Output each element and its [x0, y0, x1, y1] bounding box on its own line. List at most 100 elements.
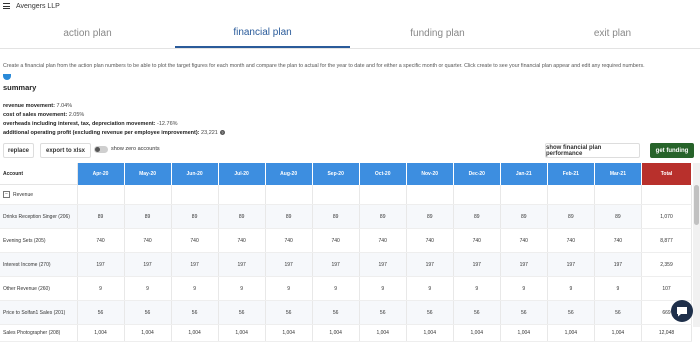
account-header: Account	[0, 163, 78, 185]
month-value-cell[interactable]: 740	[171, 228, 219, 253]
month-value-cell[interactable]: 89	[594, 204, 643, 229]
month-value-cell[interactable]: 740	[594, 228, 643, 253]
month-header: Jan-21	[500, 163, 548, 185]
month-value-cell[interactable]: 89	[312, 204, 360, 229]
month-value-cell[interactable]: 9	[312, 276, 360, 301]
month-value-cell[interactable]: 9	[453, 276, 501, 301]
account-name: Evening Sets (205)	[0, 228, 78, 253]
month-value-cell[interactable]: 1,004	[453, 324, 501, 342]
tab-action-plan[interactable]: action plan	[0, 18, 175, 48]
month-value-cell[interactable]: 56	[406, 300, 454, 325]
month-value-cell[interactable]: 740	[359, 228, 407, 253]
month-value-cell[interactable]: 9	[218, 276, 266, 301]
scrollbar-thumb[interactable]	[694, 185, 699, 225]
collapse-icon[interactable]: −	[3, 191, 10, 198]
info-icon[interactable]: ?	[219, 130, 225, 136]
month-value-cell[interactable]: 1,004	[547, 324, 595, 342]
group-label[interactable]: − Revenue	[0, 184, 78, 205]
month-value-cell[interactable]: 56	[124, 300, 172, 325]
month-value-cell[interactable]: 1,004	[500, 324, 548, 342]
month-value-cell[interactable]: 1,004	[594, 324, 643, 342]
month-value-cell[interactable]: 9	[265, 276, 313, 301]
month-value-cell[interactable]: 9	[171, 276, 219, 301]
month-value-cell[interactable]: 56	[359, 300, 407, 325]
month-value-cell[interactable]: 56	[77, 300, 125, 325]
month-value-cell[interactable]: 89	[500, 204, 548, 229]
vertical-scrollbar[interactable]	[693, 163, 700, 327]
month-value-cell[interactable]: 740	[218, 228, 266, 253]
export-xlsx-button[interactable]: export to xlsx	[40, 143, 91, 158]
month-value-cell[interactable]: 9	[500, 276, 548, 301]
month-header: Jun-20	[171, 163, 219, 185]
month-value-cell[interactable]: 56	[500, 300, 548, 325]
month-value-cell[interactable]: 197	[124, 252, 172, 277]
show-performance-button[interactable]: show financial plan performance	[545, 143, 640, 158]
month-value-cell[interactable]: 56	[312, 300, 360, 325]
summary-title: summary	[3, 83, 37, 92]
month-value-cell[interactable]: 197	[218, 252, 266, 277]
month-value-cell[interactable]: 89	[406, 204, 454, 229]
month-value-cell[interactable]: 1,004	[406, 324, 454, 342]
month-header: May-20	[124, 163, 172, 185]
tab-financial-plan[interactable]: financial plan	[175, 18, 350, 48]
month-value-cell[interactable]: 197	[547, 252, 595, 277]
month-value-cell[interactable]: 740	[453, 228, 501, 253]
month-value-cell[interactable]: 56	[171, 300, 219, 325]
month-value-cell[interactable]: 1,004	[218, 324, 266, 342]
month-value-cell[interactable]: 740	[77, 228, 125, 253]
month-value-cell[interactable]: 740	[547, 228, 595, 253]
group-row-revenue[interactable]: − Revenue	[0, 184, 692, 205]
month-value-cell[interactable]: 197	[171, 252, 219, 277]
month-value-cell[interactable]: 9	[547, 276, 595, 301]
month-value-cell[interactable]: 197	[406, 252, 454, 277]
month-value-cell[interactable]: 56	[594, 300, 643, 325]
month-value-cell[interactable]: 197	[265, 252, 313, 277]
month-value-cell[interactable]: 1,004	[265, 324, 313, 342]
month-value-cell[interactable]: 740	[312, 228, 360, 253]
table-header-row: Account Apr-20 May-20 Jun-20 Jul-20 Aug-…	[0, 163, 692, 185]
show-zero-accounts-toggle[interactable]	[94, 146, 108, 153]
month-value-cell[interactable]: 1,004	[171, 324, 219, 342]
month-value-cell[interactable]: 197	[359, 252, 407, 277]
month-value-cell[interactable]: 56	[218, 300, 266, 325]
month-value-cell[interactable]: 9	[594, 276, 643, 301]
month-value-cell[interactable]: 56	[453, 300, 501, 325]
tab-funding-plan[interactable]: funding plan	[350, 18, 525, 48]
month-value-cell[interactable]: 1,004	[124, 324, 172, 342]
table-row: Other Revenue (260) 9 9 9 9 9 9 9 9 9 9 9 9 107	[0, 276, 692, 301]
month-value-cell[interactable]: 56	[547, 300, 595, 325]
month-value-cell[interactable]: 9	[406, 276, 454, 301]
month-value-cell[interactable]: 1,004	[312, 324, 360, 342]
month-value-cell[interactable]: 1,004	[77, 324, 125, 342]
month-value-cell[interactable]: 740	[265, 228, 313, 253]
month-value-cell[interactable]: 89	[218, 204, 266, 229]
month-value-cell[interactable]: 740	[124, 228, 172, 253]
month-value-cell[interactable]: 89	[547, 204, 595, 229]
month-value-cell[interactable]: 197	[77, 252, 125, 277]
month-value-cell[interactable]: 89	[453, 204, 501, 229]
month-value-cell[interactable]: 740	[500, 228, 548, 253]
tab-exit-plan[interactable]: exit plan	[525, 18, 700, 48]
menu-icon[interactable]	[3, 3, 10, 9]
month-value-cell[interactable]: 740	[406, 228, 454, 253]
month-value-cell[interactable]: 197	[453, 252, 501, 277]
month-value-cell[interactable]: 89	[359, 204, 407, 229]
month-value-cell[interactable]: 9	[359, 276, 407, 301]
summary-metrics: revenue movement: 7.04% cost of sales mo…	[0, 102, 700, 138]
month-value-cell[interactable]: 1,004	[359, 324, 407, 342]
month-value-cell[interactable]: 197	[312, 252, 360, 277]
table-row: Price to Solfan1 Sales (201) 56 56 56 56 56 56…	[0, 300, 692, 325]
chat-button[interactable]	[671, 300, 693, 322]
tab-bar: action plan financial plan funding plan …	[0, 18, 700, 49]
month-value-cell[interactable]: 56	[265, 300, 313, 325]
replace-button[interactable]: replace	[3, 143, 34, 158]
month-value-cell[interactable]: 197	[594, 252, 643, 277]
get-funding-button[interactable]: get funding	[650, 143, 694, 158]
month-value-cell[interactable]: 89	[77, 204, 125, 229]
month-value-cell[interactable]: 197	[500, 252, 548, 277]
month-value-cell[interactable]: 89	[124, 204, 172, 229]
month-value-cell[interactable]: 89	[171, 204, 219, 229]
month-value-cell[interactable]: 89	[265, 204, 313, 229]
month-value-cell[interactable]: 9	[124, 276, 172, 301]
month-value-cell[interactable]: 9	[77, 276, 125, 301]
